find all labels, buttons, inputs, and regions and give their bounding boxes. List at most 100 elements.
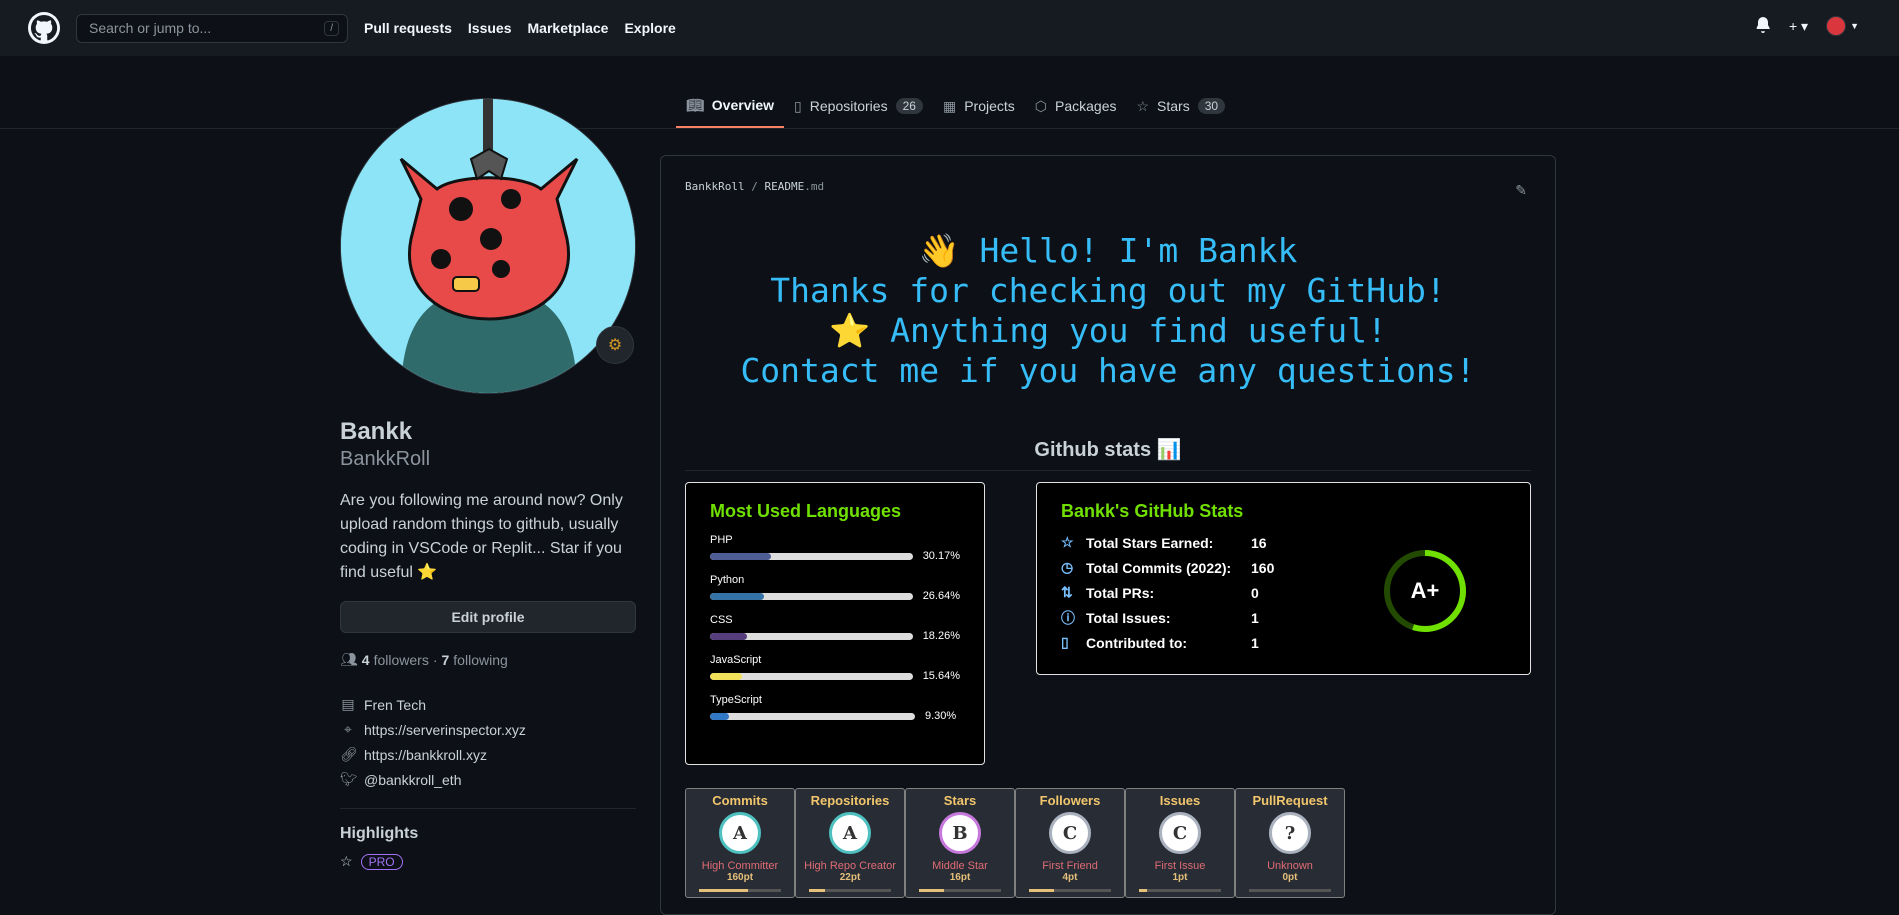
separator-dot: · [432,651,438,668]
search-input[interactable]: Search or jump to... / [76,13,348,43]
create-new-dropdown[interactable]: + ▾ [1789,18,1808,35]
nav-issues[interactable]: Issues [468,20,512,36]
trophy-title: Stars [943,793,977,808]
stat-label: Total PRs: [1086,584,1155,601]
trophy-stars[interactable]: Stars B Middle Star 16pt [905,788,1015,898]
trophy-rank-name: High Committer [701,860,779,872]
detail-website[interactable]: 🔗︎ https://bankkroll.xyz [340,742,636,767]
location-icon: ⌖ [344,721,352,737]
highlights-title: Highlights [340,825,419,842]
website-link[interactable]: https://bankkroll.xyz [364,747,487,763]
profile-avatar[interactable] [340,98,636,394]
counter-badge: 30 [1197,98,1226,114]
languages-card-title: Most Used Languages [710,501,902,521]
hello-line: 👋 Hello! I'm Bankk [918,231,1298,270]
star-icon: ☆ [1136,97,1150,114]
trophy-issues[interactable]: Issues C First Issue 1pt [1125,788,1235,898]
trophy-pullrequest[interactable]: PullRequest? Unknown 0pt [1235,788,1345,898]
detail-twitter[interactable]: 🐦︎ @bankkroll_eth [340,767,636,792]
tab-label: Stars [1157,98,1190,114]
readme-owner-link[interactable]: BankkRoll [685,180,745,193]
issue-icon: ⓘ [1061,609,1075,626]
language-bar-wrap: 9.30% [710,710,960,722]
stats-heading: Github stats 📊 [685,437,1531,471]
languages-card[interactable]: Most Used Languages PHP 30.17% Python 26.64… [685,482,985,765]
stat-value: 16 [1251,534,1267,551]
nav-pull-requests[interactable]: Pull requests [364,20,452,36]
trophy-commits[interactable]: Commits A High Committer 160pt [685,788,795,898]
language-bar [710,552,913,560]
trophy-cup-icon: A [829,812,871,854]
github-logo-icon[interactable] [28,12,60,44]
table-icon: ▦ [942,97,957,114]
language-bar-fill [710,712,730,720]
pencil-icon[interactable]: ✎ [1515,182,1527,199]
nav-marketplace[interactable]: Marketplace [528,20,609,36]
trophy-followers[interactable]: Followers C First Friend 4pt [1015,788,1125,898]
tab-label: Overview [711,97,775,113]
language-name: Python [710,574,745,586]
trophy-progress-fill [809,889,826,892]
repo-icon: ▯ [1061,634,1069,650]
trophy-progress-bar [809,889,891,892]
tab-label: Repositories [809,98,888,114]
trophy-rank-name: Middle Star [932,860,988,872]
trophy-progress-bar [1139,889,1221,892]
trophy-title: Commits [712,793,768,808]
tab-overview[interactable]: 📖︎ Overview [676,84,785,128]
language-row: PHP 30.17% [710,534,960,562]
trophy-rank-name: Unknown [1267,860,1313,872]
trophy-row: Commits A High Committer 160pt Repositories A… [685,788,1345,898]
trophy-cup-icon: C [1159,812,1201,854]
trophy-points: 160pt [726,872,754,883]
link-icon: 🔗︎ [340,746,358,762]
pull-request-icon: ⇅ [1061,584,1073,600]
tab-repositories[interactable]: ▯ Repositories 26 [784,84,933,128]
readme-path: BankkRoll / README.md [685,180,1531,193]
trophy-cup-icon: C [1049,812,1091,854]
tab-packages[interactable]: ⬡ Packages [1025,84,1127,128]
following-count[interactable]: 7 [442,652,450,668]
language-row: TypeScript 9.30% [710,694,960,722]
stat-label: Total Stars Earned: [1086,534,1214,551]
stat-value: 160 [1251,559,1275,576]
stats-card-title: Bankk's GitHub Stats [1061,501,1244,521]
followers-label[interactable]: followers [374,652,429,668]
status-emoji-icon[interactable]: ⚙ [596,326,634,364]
grade-ring: A+ [1384,550,1466,632]
trophy-points: 1pt [1172,872,1188,883]
language-percent: 18.26% [922,630,960,642]
language-percent: 9.30% [925,710,957,722]
tab-projects[interactable]: ▦ Projects [933,84,1025,128]
edit-profile-button[interactable]: Edit profile [340,601,636,633]
nav-explore[interactable]: Explore [624,20,675,36]
avatar-illustration [341,99,635,393]
user-menu[interactable]: ▼ [1826,16,1859,36]
slash-shortcut-hint: / [324,20,339,36]
language-bar-wrap: 26.64% [710,590,960,602]
profile-bio: Are you following me around now? Only up… [340,492,623,581]
detail-location: ⌖ https://serverinspector.xyz [340,717,636,742]
readme-file-name[interactable]: README [764,180,804,193]
twitter-link[interactable]: @bankkroll_eth [364,772,462,788]
tab-stars[interactable]: ☆ Stars 30 [1126,84,1235,128]
trophy-title: PullRequest [1252,793,1328,808]
trophy-title: Repositories [810,793,890,808]
stat-value: 1 [1251,609,1259,626]
divider [340,808,636,809]
language-row: CSS 18.26% [710,614,960,642]
trophy-progress-fill [919,889,944,892]
language-name: CSS [710,614,733,626]
tab-label: Projects [964,98,1015,114]
language-bar [710,592,913,600]
bell-icon[interactable] [1755,16,1771,36]
pro-badge[interactable]: PRO [360,853,403,870]
trophy-title: Issues [1159,793,1201,808]
trophy-progress-fill [1139,889,1148,892]
github-stats-card[interactable]: Bankk's GitHub Stats ☆ Total Stars Earned… [1036,482,1531,675]
following-label[interactable]: following [453,652,507,668]
tabs-divider [0,128,1899,129]
trophy-repositories[interactable]: Repositories A High Repo Creator 22pt [795,788,905,898]
language-percent: 30.17% [922,550,960,562]
followers-count[interactable]: 4 [362,652,370,668]
